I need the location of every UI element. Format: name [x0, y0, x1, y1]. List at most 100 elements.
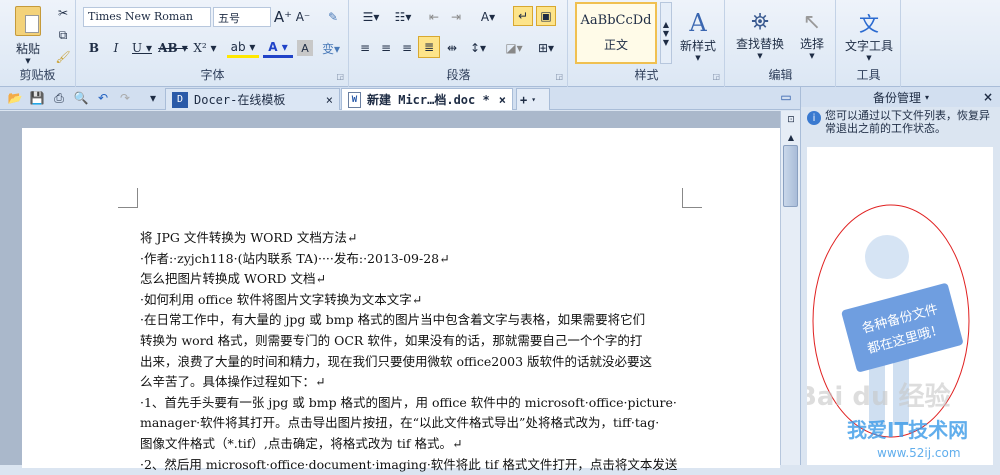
select-button[interactable]: ↖ 选择 ▼	[792, 4, 832, 66]
line-spacing-icon[interactable]: ↕▾	[464, 38, 492, 58]
format-painter-icon[interactable]: 🖌	[54, 48, 72, 66]
font-dialog-launcher-icon[interactable]: ◲	[336, 72, 344, 81]
doc-line: ·作者:·zyjch118·(站内联系 TA)····发布:·2013-09-2…	[140, 250, 450, 266]
copy-icon[interactable]: ⧉	[54, 26, 72, 44]
ribbon: 粘贴 ▼ ✂ ⧉ 🖌 剪贴板 Times New Roman 五号 A⁺ A⁻ ✎…	[0, 0, 1000, 87]
doc-line: ·如何利用 office 软件将图片文字转换为文本文字↵	[140, 291, 423, 307]
ruler-toggle-icon[interactable]: ⊡	[783, 113, 799, 127]
paste-button[interactable]: 粘贴 ▼	[6, 4, 50, 66]
new-tab-button[interactable]: + ▾	[516, 88, 550, 110]
tab-document[interactable]: W 新建 Micr…档.doc * ×	[341, 88, 513, 110]
show-marks-icon[interactable]: ↵	[513, 6, 533, 26]
doc-line: 将 JPG 文件转换为 WORD 文档方法↵	[140, 230, 358, 245]
doc-line: 出来，浪费了大量的时间和精力，现在我们只要使用微软 office2003 版软件…	[140, 353, 653, 369]
customize-toolbar-icon[interactable]: ▾	[146, 89, 160, 107]
justify-icon[interactable]: ≣	[418, 36, 440, 58]
print-icon[interactable]: ⎙	[50, 89, 68, 107]
document-page[interactable]: 将 JPG 文件转换为 WORD 文档方法↵ ·作者:·zyjch118·(站内…	[22, 128, 780, 472]
print-preview-icon[interactable]: 🔍	[72, 89, 90, 107]
paragraph-group: ☰▾ ☷▾ ⇤ ⇥ A▾ ↵ ▣ ≡ ≡ ≡ ≣ ⇹ ↕▾ ◪▾ ⊞▾ 段落 ◲	[350, 0, 568, 87]
document-area: 将 JPG 文件转换为 WORD 文档方法↵ ·作者:·zyjch118·(站内…	[0, 111, 780, 472]
window-mode-icon[interactable]: ▭	[778, 90, 794, 104]
site-watermark: 我爱IT技术网	[847, 418, 968, 442]
paragraph-dialog-launcher-icon[interactable]: ◲	[555, 72, 563, 81]
shading-icon[interactable]: ◪▾	[500, 38, 528, 58]
strikethrough-icon[interactable]: AB ▾	[157, 38, 189, 58]
font-label: 字体	[200, 68, 225, 82]
find-replace-button[interactable]: ⛯ 查找替换 ▼	[730, 4, 790, 66]
doc-line: 么辛苦了。具体操作过程如下：↵	[140, 374, 326, 390]
redo-icon[interactable]: ↷	[116, 89, 134, 107]
url-watermark: www.52ij.com	[877, 446, 961, 460]
text-tools-button[interactable]: 文 文字工具 ▼	[839, 4, 899, 66]
highlight-icon[interactable]: ab ▾	[227, 38, 259, 58]
new-style-icon: A	[689, 8, 707, 37]
font-color-icon[interactable]: A ▾	[263, 38, 293, 58]
panel-header: 备份管理 ▾ ×	[801, 87, 1000, 107]
style-normal[interactable]: AaBbCcDd 正文	[575, 2, 657, 64]
superscript-icon[interactable]: X² ▾	[191, 38, 219, 58]
clipboard-label: 剪贴板	[19, 68, 56, 82]
decrease-indent-icon[interactable]: ⇤	[424, 7, 444, 27]
increase-indent-icon[interactable]: ⇥	[446, 7, 466, 27]
borders-icon[interactable]: ⊞▾	[532, 38, 560, 58]
clear-format-icon[interactable]: ✎	[323, 7, 343, 27]
plus-icon: +	[520, 92, 528, 107]
close-icon[interactable]: ×	[983, 90, 993, 104]
align-center-icon[interactable]: ≡	[377, 38, 395, 58]
underline-icon[interactable]: U ▾	[129, 38, 155, 58]
font-group: Times New Roman 五号 A⁺ A⁻ ✎ B I U ▾ AB ▾ …	[77, 0, 349, 87]
doc-line: manager·软件将其打开。点击导出图片按扭，在“以此文件格式导出”处将格式改…	[140, 415, 660, 431]
font-name-select[interactable]: Times New Roman	[83, 7, 211, 27]
clipboard-icon	[15, 5, 41, 36]
person-holding-sign-illustration: 各种备份文件 都在这里哦！ Bai du 经验 我爱IT技术网 www.52ij…	[797, 204, 970, 460]
docer-icon: D	[172, 91, 188, 108]
close-icon[interactable]: ×	[499, 93, 506, 107]
styles-label: 样式	[634, 68, 659, 82]
undo-icon[interactable]: ↶	[94, 89, 112, 107]
char-shading-icon[interactable]: A	[297, 40, 313, 56]
cut-icon[interactable]: ✂	[54, 4, 72, 22]
text-direction-icon[interactable]: A▾	[474, 7, 502, 27]
save-icon[interactable]: 💾	[28, 89, 46, 107]
vertical-scrollbar[interactable]: ⊡ ▲	[780, 111, 800, 465]
tab-bar: 📂 💾 ⎙ 🔍 ↶ ↷ ▾ D Docer-在线模板 × W 新建 Micr…档…	[0, 87, 800, 110]
binoculars-icon: ⛯	[751, 10, 769, 35]
doc-line: 转换为 word 格式，则需要专门的 OCR 软件，如果没有的话，那就需要自己一…	[140, 332, 643, 348]
grow-font-icon[interactable]: A⁺	[274, 7, 292, 27]
tools-label: 工具	[856, 68, 881, 82]
figure-head	[865, 235, 909, 279]
close-icon[interactable]: ×	[326, 93, 333, 107]
new-style-button[interactable]: A 新样式 ▼	[675, 4, 721, 66]
paragraph-label: 段落	[446, 68, 471, 82]
styles-scroll-icon[interactable]: ▲ ▼ ▼	[660, 2, 672, 64]
scrollbar-thumb[interactable]	[783, 145, 798, 207]
styles-dialog-launcher-icon[interactable]: ◲	[712, 72, 720, 81]
bullets-icon[interactable]: ☰▾	[356, 7, 386, 27]
document-text[interactable]: 将 JPG 文件转换为 WORD 文档方法↵ ·作者:·zyjch118·(站内…	[140, 228, 700, 475]
tab-docer[interactable]: D Docer-在线模板 ×	[165, 88, 340, 110]
font-size-select[interactable]: 五号	[213, 7, 271, 27]
doc-line: 怎么把图片转换成 WORD 文档↵	[140, 271, 326, 287]
distributed-icon[interactable]: ⇹	[442, 38, 462, 58]
numbering-icon[interactable]: ☷▾	[388, 7, 418, 27]
open-icon[interactable]: 📂	[6, 89, 24, 107]
doc-line: ·1、首先手头要有一张 jpg 或 bmp 格式的图片，用 office 软件中…	[140, 394, 677, 410]
bold-icon[interactable]: B	[85, 38, 103, 58]
margin-corner-mark	[118, 188, 138, 208]
phonetic-icon[interactable]: 变▾	[317, 38, 345, 58]
panel-title[interactable]: 备份管理	[873, 89, 921, 106]
table-borders-toggle-icon[interactable]: ▣	[536, 6, 556, 26]
doc-line: 图像文件格式（*.tif）,点击确定，将格式改为 tif 格式。↵	[140, 435, 463, 451]
info-icon: i	[807, 111, 821, 125]
scroll-up-icon[interactable]: ▲	[783, 131, 799, 143]
align-left-icon[interactable]: ≡	[356, 38, 374, 58]
shrink-font-icon[interactable]: A⁻	[294, 7, 312, 27]
align-right-icon[interactable]: ≡	[398, 38, 416, 58]
cursor-arrow-icon: ↖	[802, 10, 822, 35]
italic-icon[interactable]: I	[107, 38, 125, 58]
clipboard-group: 粘贴 ▼ ✂ ⧉ 🖌 剪贴板	[0, 0, 76, 87]
word-doc-icon: W	[348, 91, 361, 108]
backup-illustration: 各种备份文件 都在这里哦！ Bai du 经验 我爱IT技术网 www.52ij…	[797, 147, 993, 465]
doc-line: ·在日常工作中，有大量的 jpg 或 bmp 格式的图片当中包含着文字与表格，如…	[140, 312, 646, 328]
